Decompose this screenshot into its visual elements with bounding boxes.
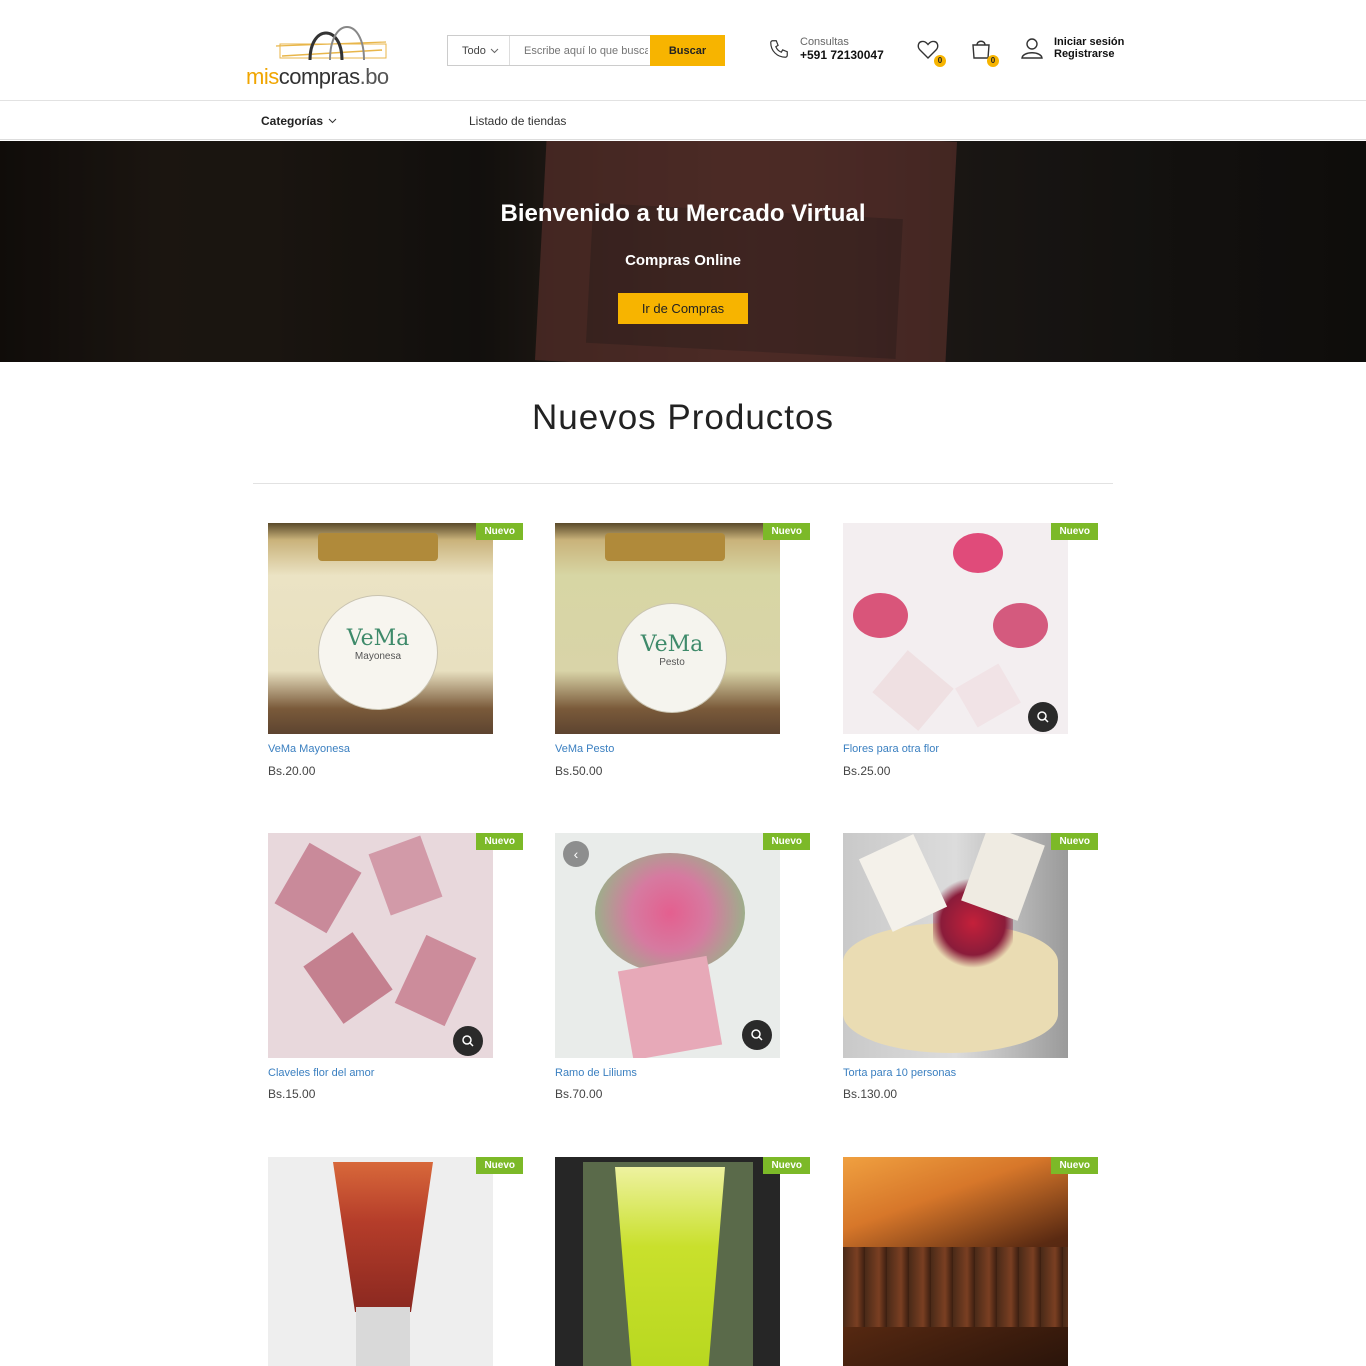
register-link[interactable]: Registrarse [1054,48,1124,60]
zoom-button[interactable] [1028,702,1058,732]
zoom-button[interactable] [453,1026,483,1056]
product-price: Bs.25.00 [843,764,891,778]
new-badge: Nuevo [763,1157,810,1174]
product-image[interactable] [555,1157,780,1366]
categories-label: Categorías [261,114,324,128]
new-badge: Nuevo [763,833,810,850]
search-category-value: Todo [462,44,486,57]
new-badge: Nuevo [763,523,810,540]
product-image[interactable]: VeMa Mayonesa [268,523,493,734]
product-card[interactable]: ‹ Nuevo Ramo de Liliums Bs.70.00 [555,833,810,1103]
new-badge: Nuevo [476,523,523,540]
product-image[interactable] [268,1157,493,1366]
product-card[interactable]: Nuevo [843,1157,1098,1366]
product-card[interactable]: Nuevo Flores para otra flor Bs.25.00 [843,523,1098,783]
product-price: Bs.130.00 [843,1087,898,1101]
account-menu[interactable]: Iniciar sesión Registrarse [1020,36,1124,60]
product-image[interactable] [843,523,1068,734]
search-button[interactable]: Buscar [650,35,725,66]
product-price: Bs.70.00 [555,1087,603,1101]
wishlist-button[interactable]: 0 [916,37,946,67]
logo-wordmark: miscompras.bo [246,64,389,89]
product-image[interactable]: VeMa Pesto [555,523,780,734]
product-card[interactable]: Nuevo [555,1157,810,1366]
product-card[interactable]: Nuevo Torta para 10 personas Bs.130.00 [843,833,1098,1103]
login-link[interactable]: Iniciar sesión [1054,36,1124,48]
site-header: miscompras.bo Todo Buscar Consultas +591… [0,0,1366,101]
product-image[interactable] [843,833,1068,1058]
logo-arches-icon [275,26,387,61]
zoom-button[interactable] [742,1020,772,1050]
section-divider [253,483,1113,484]
contact-info[interactable]: Consultas +591 72130047 [768,36,884,62]
product-name[interactable]: VeMa Pesto [555,743,614,755]
product-name[interactable]: VeMa Mayonesa [268,743,350,755]
hero-title: Bienvenido a tu Mercado Virtual [500,200,866,227]
previous-image-button[interactable]: ‹ [563,841,589,867]
stores-list-link[interactable]: Listado de tiendas [469,114,566,128]
contact-phone: +591 72130047 [800,48,884,62]
categories-menu[interactable]: Categorías [261,114,337,128]
section-title: Nuevos Productos [532,398,834,437]
new-badge: Nuevo [476,1157,523,1174]
product-label-brand: VeMa [346,626,410,651]
product-price: Bs.20.00 [268,764,316,778]
user-icon [1021,38,1043,59]
zoom-icon [751,1029,763,1041]
site-logo[interactable]: miscompras.bo [246,14,411,89]
product-image[interactable]: ‹ [555,833,780,1058]
search-category-select[interactable]: Todo [448,36,510,65]
product-card[interactable]: Nuevo Claveles flor del amor Bs.15.00 [268,833,523,1103]
product-name[interactable]: Torta para 10 personas [843,1067,956,1079]
product-name[interactable]: Flores para otra flor [843,743,939,755]
new-badge: Nuevo [1051,833,1098,850]
product-name[interactable]: Ramo de Liliums [555,1067,637,1079]
cart-button[interactable]: 0 [969,37,999,67]
shop-now-button[interactable]: Ir de Compras [618,293,748,324]
product-card[interactable]: Nuevo [268,1157,523,1366]
product-price: Bs.15.00 [268,1087,316,1101]
wishlist-count-badge: 0 [934,55,946,67]
product-card[interactable]: VeMa Mayonesa Nuevo VeMa Mayonesa Bs.20.… [268,523,523,783]
product-label-brand: VeMa [640,632,704,657]
new-badge: Nuevo [1051,1157,1098,1174]
zoom-icon [462,1035,474,1047]
product-label-variant: Pesto [659,657,685,668]
search-bar: Todo Buscar [447,35,725,66]
product-label-variant: Mayonesa [354,651,402,662]
zoom-icon [1037,711,1049,723]
product-image[interactable] [268,833,493,1058]
phone-icon [770,40,788,58]
new-badge: Nuevo [1051,523,1098,540]
chevron-down-icon [328,118,337,124]
new-badge: Nuevo [476,833,523,850]
product-image[interactable] [843,1157,1068,1366]
chevron-down-icon [490,48,499,53]
main-nav: Categorías Listado de tiendas [0,101,1366,140]
cart-count-badge: 0 [987,55,999,67]
product-price: Bs.50.00 [555,764,603,778]
product-name[interactable]: Claveles flor del amor [268,1067,374,1079]
contact-label: Consultas [800,36,849,48]
product-card[interactable]: VeMa Pesto Nuevo VeMa Pesto Bs.50.00 [555,523,810,783]
hero-subtitle: Compras Online [625,252,741,269]
search-input[interactable] [510,36,650,65]
